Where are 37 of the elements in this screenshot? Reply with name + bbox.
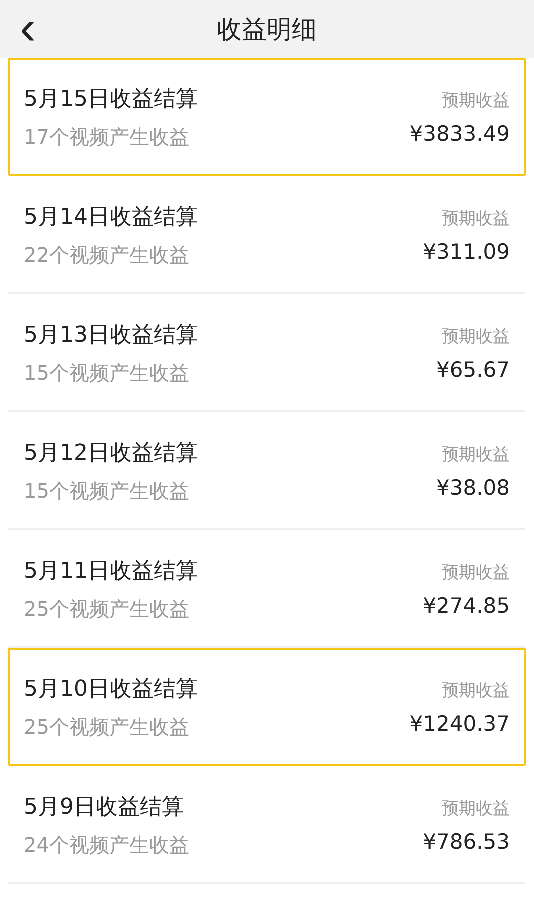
video-count: 17个视频产生收益	[24, 124, 190, 150]
earnings-amount: ¥38.08	[436, 476, 510, 500]
earnings-row[interactable]: 5月10日收益结算 25个视频产生收益 预期收益 ¥1240.37	[8, 648, 526, 766]
video-count: 15个视频产生收益	[24, 478, 190, 504]
expected-label: 预期收益	[442, 326, 510, 348]
earnings-amount: ¥311.09	[423, 240, 510, 264]
earnings-row[interactable]: 5月13日收益结算 15个视频产生收益 预期收益 ¥65.67	[8, 294, 526, 412]
settlement-title: 5月12日收益结算	[24, 440, 198, 468]
settlement-title: 5月10日收益结算	[24, 676, 198, 704]
expected-label: 预期收益	[442, 680, 510, 702]
settlement-title: 5月14日收益结算	[24, 204, 198, 232]
video-count: 22个视频产生收益	[24, 242, 190, 268]
earnings-amount: ¥65.67	[436, 358, 510, 382]
earnings-amount: ¥786.53	[423, 830, 510, 854]
settlement-title: 5月13日收益结算	[24, 322, 198, 350]
earnings-row[interactable]: 5月11日收益结算 25个视频产生收益 预期收益 ¥274.85	[8, 530, 526, 648]
expected-label: 预期收益	[442, 798, 510, 820]
page-title: 收益明细	[217, 14, 317, 46]
settlement-title: 5月11日收益结算	[24, 558, 198, 586]
earnings-row[interactable]: 5月12日收益结算 15个视频产生收益 预期收益 ¥38.08	[8, 412, 526, 530]
earnings-row[interactable]: 5月15日收益结算 17个视频产生收益 预期收益 ¥3833.49	[8, 58, 526, 176]
video-count: 25个视频产生收益	[24, 714, 190, 740]
video-count: 15个视频产生收益	[24, 360, 190, 386]
earnings-row[interactable]: 5月9日收益结算 24个视频产生收益 预期收益 ¥786.53	[8, 766, 526, 884]
expected-label: 预期收益	[442, 562, 510, 584]
earnings-row[interactable]: 5月14日收益结算 22个视频产生收益 预期收益 ¥311.09	[8, 176, 526, 294]
settlement-title: 5月15日收益结算	[24, 86, 198, 114]
expected-label: 预期收益	[442, 444, 510, 466]
settlement-title: 5月9日收益结算	[24, 794, 185, 822]
back-button[interactable]: ‹	[14, 0, 42, 58]
video-count: 24个视频产生收益	[24, 832, 190, 858]
expected-label: 预期收益	[442, 208, 510, 230]
earnings-amount: ¥1240.37	[410, 712, 510, 736]
earnings-amount: ¥3833.49	[410, 122, 510, 146]
expected-label: 预期收益	[442, 90, 510, 112]
earnings-amount: ¥274.85	[423, 594, 510, 618]
video-count: 25个视频产生收益	[24, 596, 190, 622]
